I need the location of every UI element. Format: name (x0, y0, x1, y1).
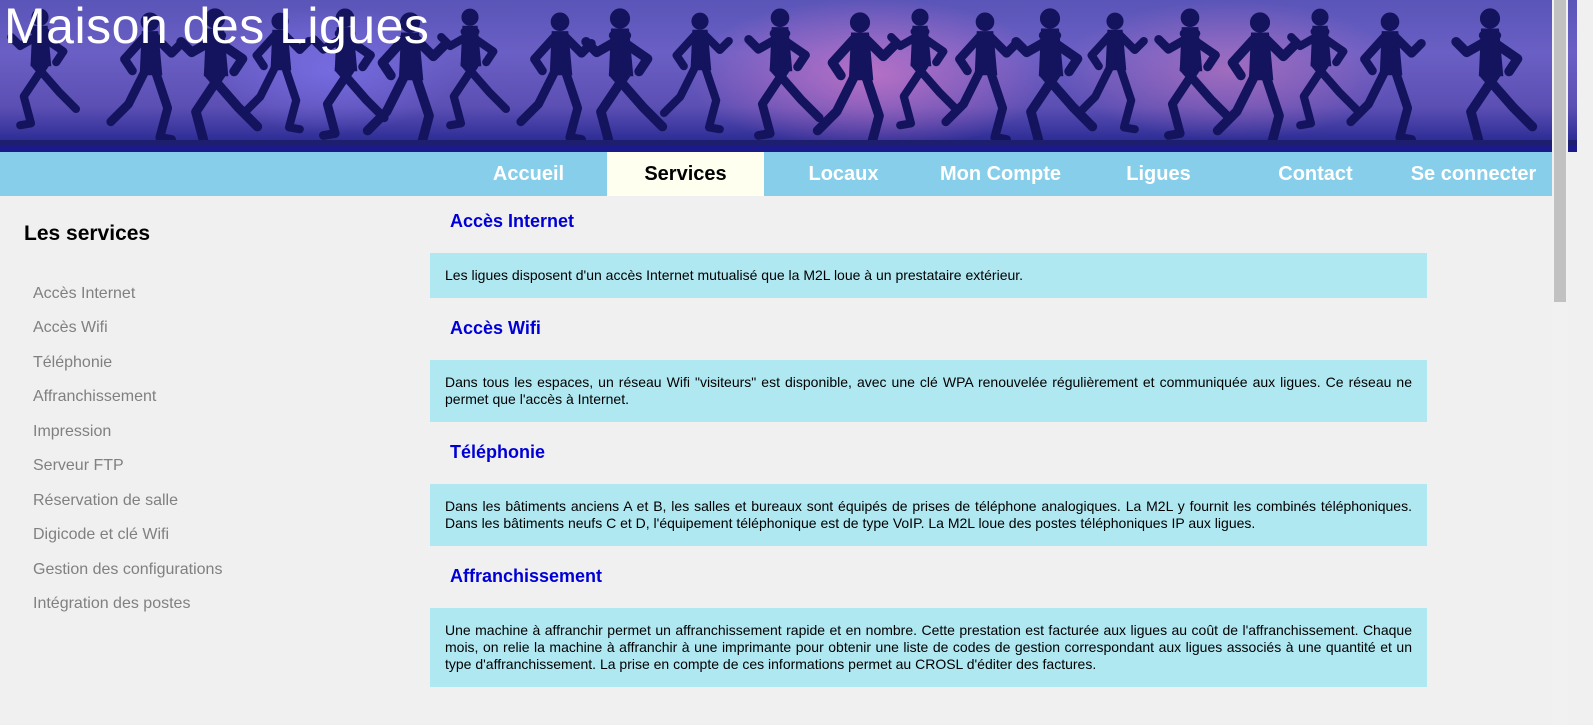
section-box-acces-internet: Les ligues disposent d'un accès Internet… (430, 253, 1427, 298)
main-nav: Accueil Services Locaux Mon Compte Ligue… (0, 152, 1552, 196)
nav-contact[interactable]: Contact (1237, 152, 1394, 196)
nav-locaux[interactable]: Locaux (765, 152, 922, 196)
page-scrollbar-thumb[interactable] (1554, 0, 1566, 302)
section-title-telephonie: Téléphonie (450, 442, 546, 462)
section-title-acces-internet: Accès Internet (450, 211, 575, 231)
section-title-affranchissement: Affranchissement (450, 566, 603, 586)
sidebar-link-telephonie[interactable]: Téléphonie (33, 354, 112, 372)
sidebar-link-gestion-configurations[interactable]: Gestion des configurations (33, 561, 222, 579)
section-box-affranchissement: Une machine à affranchir permet un affra… (430, 608, 1427, 687)
nav-mon-compte[interactable]: Mon Compte (922, 152, 1079, 196)
sidebar-title: Les services (24, 222, 151, 245)
section-text-acces-wifi: Dans tous les espaces, un réseau Wifi "v… (445, 374, 1412, 407)
sidebar-link-affranchissement[interactable]: Affranchissement (33, 388, 156, 406)
sidebar-link-acces-internet[interactable]: Accès Internet (33, 285, 135, 303)
section-box-telephonie: Dans les bâtiments anciens A et B, les s… (430, 484, 1427, 546)
sidebar-link-serveur-ftp[interactable]: Serveur FTP (33, 457, 124, 475)
header-banner: Maison des Ligues (0, 0, 1577, 152)
nav-accueil[interactable]: Accueil (450, 152, 607, 196)
nav-services[interactable]: Services (607, 152, 764, 196)
sidebar-link-impression[interactable]: Impression (33, 423, 111, 441)
sidebar-link-digicode-cle-wifi[interactable]: Digicode et clé Wifi (33, 526, 169, 544)
sidebar-link-integration-postes[interactable]: Intégration des postes (33, 595, 190, 613)
section-text-telephonie: Dans les bâtiments anciens A et B, les s… (445, 498, 1412, 531)
section-box-acces-wifi: Dans tous les espaces, un réseau Wifi "v… (430, 360, 1427, 422)
section-text-acces-internet: Les ligues disposent d'un accès Internet… (445, 267, 1024, 283)
site-title: Maison des Ligues (4, 0, 430, 54)
section-title-acces-wifi: Accès Wifi (450, 318, 541, 338)
section-text-affranchissement: Une machine à affranchir permet un affra… (445, 622, 1412, 672)
sidebar-link-acces-wifi[interactable]: Accès Wifi (33, 319, 108, 337)
sidebar-link-reservation-salle[interactable]: Réservation de salle (33, 492, 178, 510)
nav-se-connecter[interactable]: Se connecter (1395, 152, 1552, 196)
nav-ligues[interactable]: Ligues (1080, 152, 1237, 196)
